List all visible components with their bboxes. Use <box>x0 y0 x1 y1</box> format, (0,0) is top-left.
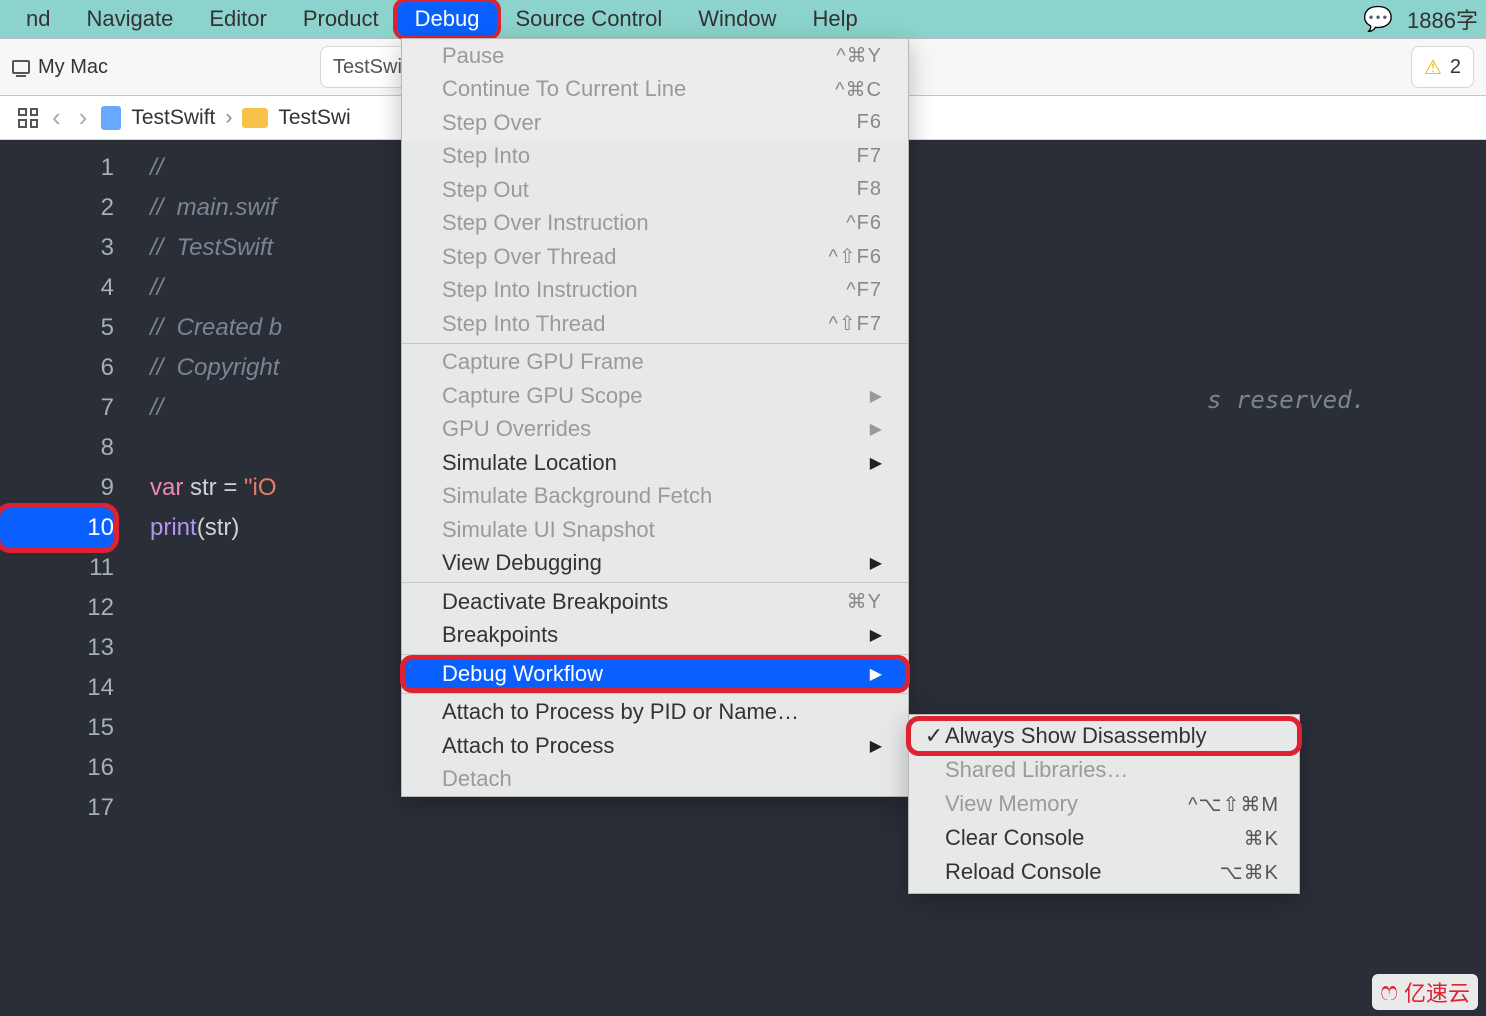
menu-deactivate-breakpoints[interactable]: Deactivate Breakpoints⌘Y <box>402 585 908 619</box>
status-text: 1886字 <box>1407 3 1478 35</box>
line-number[interactable]: 14 <box>0 668 114 708</box>
warning-count: 2 <box>1450 56 1461 79</box>
menu-simulate-location[interactable]: Simulate Location▶ <box>402 446 908 480</box>
menu-item-product[interactable]: Product <box>285 2 397 36</box>
menu-continue-to-current-line: Continue To Current Line^⌘C <box>402 73 908 107</box>
code-area[interactable]: //// main.swif// TestSwift//// Created b… <box>150 148 282 828</box>
activity-text: TestSwi <box>333 56 402 79</box>
watermark-icon: ෆ <box>1380 976 1398 1008</box>
submenu-arrow-icon: ▶ <box>870 664 882 684</box>
menu-item-source-control[interactable]: Source Control <box>497 2 680 36</box>
menu-attach-to-process[interactable]: Attach to Process▶ <box>402 729 908 763</box>
device-label: My Mac <box>38 56 108 79</box>
menu-step-into-instruction: Step Into Instruction^F7 <box>402 274 908 308</box>
line-number[interactable]: 16 <box>0 748 114 788</box>
run-destination[interactable]: My Mac <box>12 56 108 79</box>
menu-capture-gpu-scope: Capture GPU Scope▶ <box>402 379 908 413</box>
menu-step-into: Step IntoF7 <box>402 140 908 174</box>
chevron-icon: › <box>225 106 232 130</box>
line-number[interactable]: 12 <box>0 588 114 628</box>
menu-step-over-instruction: Step Over Instruction^F6 <box>402 207 908 241</box>
debug-workflow-submenu: ✓Always Show DisassemblyShared Libraries… <box>908 714 1300 894</box>
line-gutter[interactable]: 1234567891011121314151617 <box>0 140 132 828</box>
menu-item-window[interactable]: Window <box>680 2 794 36</box>
truncated-comment: s reserved. <box>1207 386 1366 414</box>
related-items-icon[interactable] <box>18 108 38 128</box>
crumb-folder[interactable]: TestSwi <box>278 106 350 130</box>
menu-item-help[interactable]: Help <box>794 2 875 36</box>
submenu-clear-console[interactable]: Clear Console⌘K <box>909 821 1299 855</box>
line-number[interactable]: 1 <box>0 148 114 188</box>
line-number[interactable]: 4 <box>0 268 114 308</box>
line-number[interactable]: 13 <box>0 628 114 668</box>
watermark-text: 亿速云 <box>1404 976 1470 1008</box>
menu-step-into-thread: Step Into Thread^⇧F7 <box>402 307 908 341</box>
menu-view-debugging[interactable]: View Debugging▶ <box>402 547 908 581</box>
swift-file-icon <box>101 106 121 130</box>
line-number[interactable]: 7 <box>0 388 114 428</box>
submenu-arrow-icon: ▶ <box>870 419 882 439</box>
menu-item-editor[interactable]: Editor <box>191 2 284 36</box>
menu-pause: Pause^⌘Y <box>402 39 908 73</box>
menu-gpu-overrides: GPU Overrides▶ <box>402 413 908 447</box>
folder-icon <box>242 108 268 128</box>
line-number[interactable]: 15 <box>0 708 114 748</box>
line-number[interactable]: 17 <box>0 788 114 828</box>
watermark: ෆ 亿速云 <box>1372 974 1478 1010</box>
menu-simulate-background-fetch: Simulate Background Fetch <box>402 480 908 514</box>
menu-item-debug[interactable]: Debug <box>397 2 498 36</box>
submenu-arrow-icon: ▶ <box>870 553 882 573</box>
menu-simulate-ui-snapshot: Simulate UI Snapshot <box>402 513 908 547</box>
submenu-view-memory: View Memory^⌥⇧⌘M <box>909 787 1299 821</box>
forward-button[interactable]: › <box>75 102 92 133</box>
menu-item-nd[interactable]: nd <box>8 2 68 36</box>
line-number[interactable]: 6 <box>0 348 114 388</box>
line-number[interactable]: 3 <box>0 228 114 268</box>
issues-indicator[interactable]: ⚠︎ 2 <box>1411 46 1474 88</box>
line-number[interactable]: 8 <box>0 428 114 468</box>
submenu-arrow-icon: ▶ <box>870 386 882 406</box>
menu-item-navigate[interactable]: Navigate <box>68 2 191 36</box>
menu-step-over-thread: Step Over Thread^⇧F6 <box>402 240 908 274</box>
submenu-shared-libraries-: Shared Libraries… <box>909 753 1299 787</box>
check-icon: ✓ <box>923 723 945 749</box>
menu-breakpoints[interactable]: Breakpoints▶ <box>402 619 908 653</box>
debug-menu-dropdown: Pause^⌘YContinue To Current Line^⌘CStep … <box>401 38 909 797</box>
submenu-reload-console[interactable]: Reload Console⌥⌘K <box>909 855 1299 889</box>
menu-capture-gpu-frame: Capture GPU Frame <box>402 346 908 380</box>
menu-step-out: Step OutF8 <box>402 173 908 207</box>
line-number[interactable]: 2 <box>0 188 114 228</box>
menu-detach: Detach <box>402 763 908 797</box>
menu-attach-to-process-by-pid-or-name-[interactable]: Attach to Process by PID or Name… <box>402 696 908 730</box>
back-button[interactable]: ‹ <box>48 102 65 133</box>
menu-debug-workflow[interactable]: Debug Workflow▶ <box>402 657 908 691</box>
breakpoint-line[interactable]: 10 <box>0 508 114 548</box>
submenu-always-show-disassembly[interactable]: ✓Always Show Disassembly <box>909 719 1299 753</box>
line-number[interactable]: 9 <box>0 468 114 508</box>
monitor-icon <box>12 60 30 74</box>
menu-step-over: Step OverF6 <box>402 106 908 140</box>
wechat-icon[interactable]: 💬 <box>1363 5 1393 34</box>
submenu-arrow-icon: ▶ <box>870 625 882 645</box>
warning-icon: ⚠︎ <box>1424 55 1442 80</box>
crumb-project[interactable]: TestSwift <box>131 106 215 130</box>
menubar: nd Navigate Editor Product Debug Source … <box>0 0 1486 38</box>
submenu-arrow-icon: ▶ <box>870 736 882 756</box>
line-number[interactable]: 11 <box>0 548 114 588</box>
line-number[interactable]: 5 <box>0 308 114 348</box>
submenu-arrow-icon: ▶ <box>870 453 882 473</box>
